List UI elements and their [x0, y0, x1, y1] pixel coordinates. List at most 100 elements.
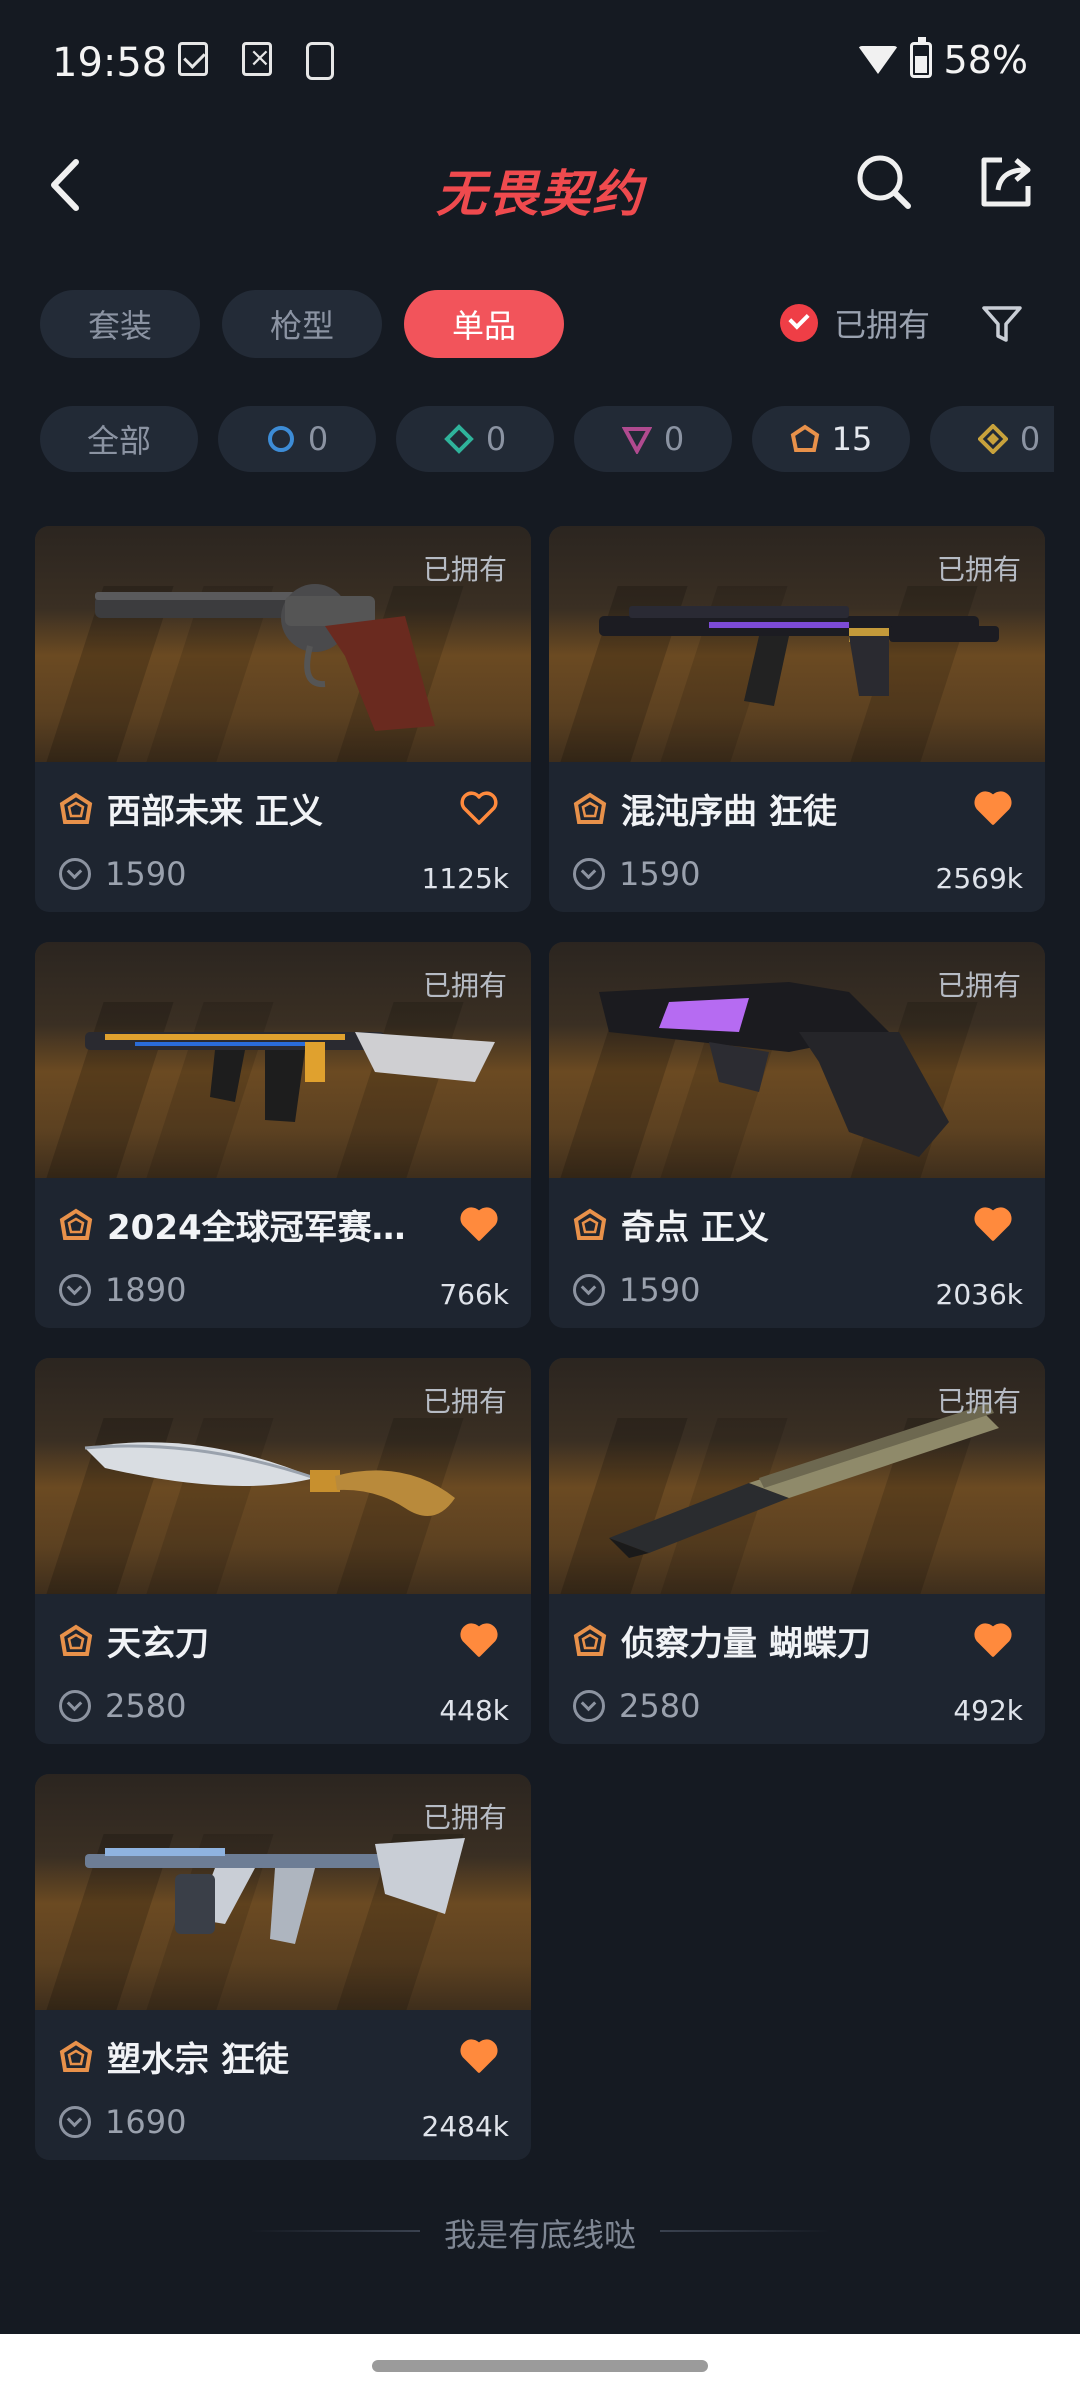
share-icon[interactable]: [974, 150, 1038, 214]
wifi-icon: [857, 46, 898, 74]
chip-count: 0: [1019, 420, 1041, 458]
heart-icon[interactable]: [973, 790, 1013, 826]
tab-bundle[interactable]: 套装: [40, 290, 200, 358]
chip-count: 0: [307, 420, 329, 458]
item-price: 1590: [619, 855, 701, 893]
heart-icon[interactable]: [973, 1206, 1013, 1242]
battery-percent: 58%: [943, 38, 1028, 82]
ultra-tier-icon: [977, 424, 1008, 454]
chip-all[interactable]: 全部: [40, 406, 198, 472]
item-info: 2024全球冠军赛… 1890 766k: [35, 1178, 531, 1328]
item-info: 塑水宗 狂徒 1690 2484k: [35, 2010, 531, 2160]
chip-all-label: 全部: [86, 422, 151, 460]
valorant-points-icon: [59, 1274, 91, 1306]
premium-tier-icon: [621, 427, 652, 454]
item-price: 1890: [105, 1271, 187, 1309]
footer-text: 我是有底线哒: [443, 2216, 636, 2254]
item-artwork: 已拥有: [549, 1358, 1045, 1594]
deluxe-tier-icon: [443, 424, 474, 454]
heart-icon[interactable]: [973, 1622, 1013, 1658]
item-name: 侦察力量 蝴蝶刀: [621, 1624, 871, 1664]
sim-error-icon: [242, 42, 272, 76]
heart-icon[interactable]: [459, 1622, 499, 1658]
like-count: 2036k: [935, 1278, 1023, 1311]
like-count: 2569k: [935, 862, 1023, 895]
valorant-points-icon: [573, 858, 605, 890]
owned-toggle[interactable]: 已拥有: [780, 300, 930, 346]
filter-icon[interactable]: [980, 302, 1024, 346]
item-name: 西部未来 正义: [107, 792, 323, 832]
item-artwork: 已拥有: [35, 1358, 531, 1594]
item-info: 天玄刀 2580 448k: [35, 1594, 531, 1744]
tab-single-item[interactable]: 单品: [404, 290, 564, 358]
chip-ultra-tier[interactable]: 0: [930, 406, 1054, 472]
item-card[interactable]: 已拥有 侦察力量 蝴蝶刀 2580 492k: [549, 1358, 1045, 1744]
item-price: 2580: [105, 1687, 187, 1725]
item-card[interactable]: 已拥有 天玄刀 2580 448k: [35, 1358, 531, 1744]
item-info: 侦察力量 蝴蝶刀 2580 492k: [549, 1594, 1045, 1744]
chip-deluxe-tier[interactable]: 0: [396, 406, 554, 472]
item-artwork: 已拥有: [549, 942, 1045, 1178]
chip-count: 0: [485, 420, 507, 458]
mail-notification-icon: [178, 42, 208, 76]
like-count: 2484k: [421, 2110, 509, 2143]
owned-tag: 已拥有: [936, 553, 1021, 586]
checkbox-checked-icon[interactable]: [780, 304, 818, 342]
item-name: 天玄刀: [107, 1624, 209, 1664]
owned-tag: 已拥有: [936, 969, 1021, 1002]
item-artwork: 已拥有: [549, 526, 1045, 762]
category-tabs: 套装 枪型 单品: [40, 290, 564, 358]
item-card[interactable]: 已拥有 西部未来 正义 1590 1125k: [35, 526, 531, 912]
item-artwork: 已拥有: [35, 526, 531, 762]
rarity-filter-chips: 全部 0 0 0 15 0: [40, 406, 1054, 472]
item-price: 2580: [619, 1687, 701, 1725]
owned-label: 已拥有: [834, 306, 931, 344]
home-gesture-pill[interactable]: [372, 2360, 708, 2372]
exclusive-tier-icon: [59, 1624, 93, 1656]
exclusive-tier-icon: [59, 792, 93, 824]
like-count: 1125k: [421, 862, 509, 895]
system-nav-bar: [0, 2334, 1080, 2400]
item-card[interactable]: 已拥有 塑水宗 狂徒 1690 2484k: [35, 1774, 531, 2160]
chip-count: 15: [831, 420, 873, 458]
like-count: 448k: [439, 1694, 509, 1727]
heart-icon[interactable]: [459, 2038, 499, 2074]
tab-weapon-type[interactable]: 枪型: [222, 290, 382, 358]
owned-tag: 已拥有: [422, 1801, 507, 1834]
system-indicators: 58%: [857, 37, 1028, 82]
chip-count: 0: [663, 420, 685, 458]
valorant-points-icon: [59, 1690, 91, 1722]
list-end-footer: 我是有底线哒: [0, 2210, 1080, 2256]
item-card[interactable]: 已拥有 混沌序曲 狂徒 1590 2569k: [549, 526, 1045, 912]
app-logo: 无畏契约: [436, 165, 644, 223]
search-icon[interactable]: [852, 150, 916, 214]
chip-premium-tier[interactable]: 0: [574, 406, 732, 472]
item-grid: 已拥有 西部未来 正义 1590 1125k 已拥有 混沌序曲 狂徒 1590 …: [35, 526, 1045, 2160]
select-tier-icon: [267, 426, 294, 452]
heart-icon[interactable]: [459, 1206, 499, 1242]
item-info: 奇点 正义 1590 2036k: [549, 1178, 1045, 1328]
heart-icon[interactable]: [459, 790, 499, 826]
chip-select-tier[interactable]: 0: [218, 406, 376, 472]
item-name: 2024全球冠军赛…: [107, 1208, 406, 1248]
notification-icons: [178, 42, 334, 80]
battery-icon: [909, 37, 932, 78]
valorant-points-icon: [573, 1690, 605, 1722]
status-time: 19:58: [52, 40, 168, 86]
item-card[interactable]: 已拥有 2024全球冠军赛… 1890 766k: [35, 942, 531, 1328]
item-price: 1690: [105, 2103, 187, 2141]
status-bar: 19:58 58%: [0, 0, 1080, 126]
app-header: 无畏契约: [0, 130, 1080, 240]
item-artwork: 已拥有: [35, 1774, 531, 2010]
owned-tag: 已拥有: [422, 1385, 507, 1418]
valorant-points-icon: [59, 858, 91, 890]
chip-exclusive-tier[interactable]: 15: [752, 406, 910, 472]
item-artwork: 已拥有: [35, 942, 531, 1178]
exclusive-tier-icon: [573, 1624, 607, 1656]
item-price: 1590: [619, 1271, 701, 1309]
item-info: 混沌序曲 狂徒 1590 2569k: [549, 762, 1045, 912]
exclusive-tier-icon: [59, 2040, 93, 2072]
item-card[interactable]: 已拥有 奇点 正义 1590 2036k: [549, 942, 1045, 1328]
item-price: 1590: [105, 855, 187, 893]
like-count: 766k: [439, 1278, 509, 1311]
